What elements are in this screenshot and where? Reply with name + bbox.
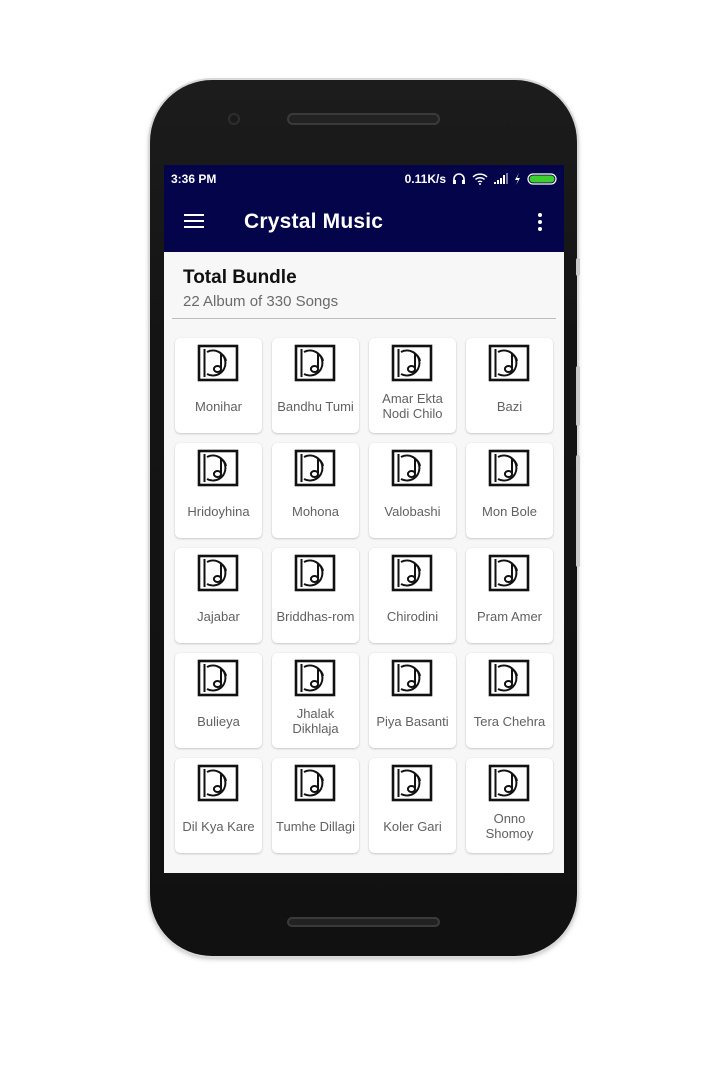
album-card[interactable]: Bulieya [175, 653, 262, 748]
album-card[interactable]: Chirodini [369, 548, 456, 643]
album-label: Dil Kya Kare [182, 818, 255, 834]
bundle-header: Total Bundle 22 Album of 330 Songs [164, 252, 564, 320]
album-label: Briddhas-rom [276, 608, 355, 624]
status-bar: 3:36 PM 0.11K/s [164, 165, 564, 192]
charging-icon [514, 172, 521, 185]
network-speed: 0.11K/s [404, 171, 446, 186]
music-album-icon [294, 344, 336, 382]
music-album-icon [488, 659, 530, 697]
album-card[interactable]: Valobashi [369, 443, 456, 538]
status-indicators: 0.11K/s [405, 172, 557, 186]
music-album-icon [294, 449, 336, 487]
album-label: Piya Basanti [376, 713, 449, 729]
music-album-icon [391, 554, 433, 592]
album-label: Bazi [496, 398, 523, 414]
album-card[interactable]: Mon Bole [466, 443, 553, 538]
album-card[interactable]: Monihar [175, 338, 262, 433]
album-card[interactable]: Bandhu Tumi [272, 338, 359, 433]
music-album-icon [488, 344, 530, 382]
battery-icon [527, 172, 557, 185]
phone-volume-up-button [576, 366, 580, 426]
album-label: Mon Bole [482, 503, 537, 519]
music-album-icon [488, 554, 530, 592]
album-label: Jajabar [197, 608, 240, 624]
album-card[interactable]: Piya Basanti [369, 653, 456, 748]
album-card[interactable]: Koler Gari [369, 758, 456, 853]
signal-icon [494, 173, 508, 184]
status-time: 3:36 PM [171, 171, 217, 186]
album-label: Amar Ekta Nodi Chilo [382, 391, 443, 421]
front-camera [228, 113, 240, 125]
music-album-icon [391, 449, 433, 487]
music-album-icon [197, 449, 239, 487]
music-album-icon [197, 554, 239, 592]
divider [172, 318, 556, 319]
music-album-icon [391, 764, 433, 802]
phone-volume-down-button [576, 455, 580, 567]
phone-side-button [576, 258, 580, 276]
album-label: Mohona [292, 503, 339, 519]
album-card[interactable]: Bazi [466, 338, 553, 433]
music-album-icon [391, 344, 433, 382]
music-album-icon [294, 659, 336, 697]
album-label: Valobashi [384, 503, 441, 519]
album-label: Bulieya [197, 713, 240, 729]
album-grid: Monihar Bandhu Tumi Amar Ekta Nodi Chilo… [175, 338, 555, 853]
album-card[interactable]: Dil Kya Kare [175, 758, 262, 853]
more-vertical-icon[interactable] [532, 210, 548, 234]
bundle-title: Total Bundle [183, 267, 297, 288]
earpiece-speaker [287, 113, 440, 125]
album-card[interactable]: Hridoyhina [175, 443, 262, 538]
bottom-speaker [287, 917, 440, 927]
album-card[interactable]: Jhalak Dikhlaja [272, 653, 359, 748]
album-label: Onno Shomoy [485, 811, 534, 841]
album-label: Hridoyhina [187, 503, 250, 519]
album-label: Tumhe Dillagi [276, 818, 355, 834]
album-label: Tera Chehra [473, 713, 546, 729]
album-label: Jhalak Dikhlaja [292, 706, 339, 736]
music-album-icon [391, 659, 433, 697]
album-card[interactable]: Jajabar [175, 548, 262, 643]
wifi-icon [472, 172, 488, 185]
album-label: Koler Gari [383, 818, 442, 834]
album-card[interactable]: Onno Shomoy [466, 758, 553, 853]
album-label: Monihar [195, 398, 242, 414]
app-bar: Crystal Music [164, 192, 564, 252]
app-title: Crystal Music [244, 210, 384, 233]
album-card[interactable]: Pram Amer [466, 548, 553, 643]
album-label: Bandhu Tumi [277, 398, 354, 414]
app-screen: 3:36 PM 0.11K/s Crystal Music Total Bund… [164, 165, 564, 873]
album-label: Pram Amer [476, 608, 542, 624]
hamburger-menu-icon[interactable] [182, 211, 206, 231]
music-album-icon [488, 449, 530, 487]
album-card[interactable]: Amar Ekta Nodi Chilo [369, 338, 456, 433]
music-album-icon [197, 764, 239, 802]
music-album-icon [488, 764, 530, 802]
music-album-icon [197, 659, 239, 697]
bundle-subtitle: 22 Album of 330 Songs [183, 293, 339, 310]
album-label: Chirodini [386, 608, 439, 624]
album-card[interactable]: Briddhas-rom [272, 548, 359, 643]
album-card[interactable]: Tera Chehra [466, 653, 553, 748]
music-album-icon [294, 764, 336, 802]
album-card[interactable]: Tumhe Dillagi [272, 758, 359, 853]
headset-icon [452, 172, 466, 185]
music-album-icon [197, 344, 239, 382]
music-album-icon [294, 554, 336, 592]
album-card[interactable]: Mohona [272, 443, 359, 538]
